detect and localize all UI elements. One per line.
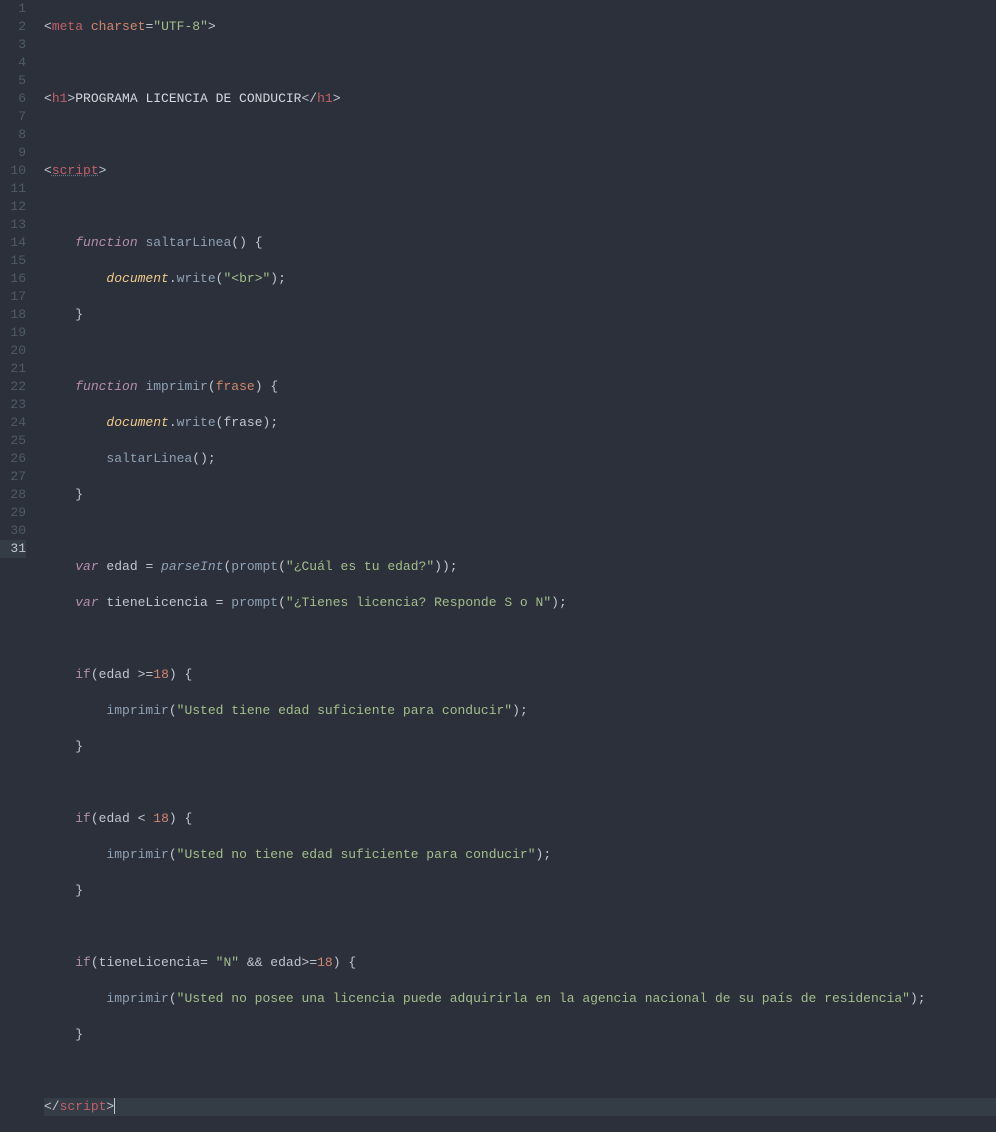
- code-line[interactable]: [44, 522, 996, 540]
- line-number: 27: [0, 468, 26, 486]
- line-number: 12: [0, 198, 26, 216]
- line-number: 24: [0, 414, 26, 432]
- line-number: 17: [0, 288, 26, 306]
- line-number: 21: [0, 360, 26, 378]
- code-line[interactable]: [44, 1062, 996, 1080]
- code-line[interactable]: [44, 342, 996, 360]
- line-number: 20: [0, 342, 26, 360]
- line-number: 22: [0, 378, 26, 396]
- text-cursor: [114, 1098, 115, 1114]
- code-line[interactable]: }: [44, 486, 996, 504]
- code-line[interactable]: <script>: [44, 162, 996, 180]
- code-line[interactable]: [44, 774, 996, 792]
- code-line[interactable]: }: [44, 1026, 996, 1044]
- line-number: 3: [0, 36, 26, 54]
- line-number: 11: [0, 180, 26, 198]
- code-line[interactable]: imprimir("Usted no posee una licencia pu…: [44, 990, 996, 1008]
- code-line[interactable]: </script>: [44, 1098, 996, 1116]
- line-number: 14: [0, 234, 26, 252]
- code-line[interactable]: document.write(frase);: [44, 414, 996, 432]
- line-number: 31: [0, 540, 26, 558]
- line-number: 23: [0, 396, 26, 414]
- code-line[interactable]: if(tieneLicencia= "N" && edad>=18) {: [44, 954, 996, 972]
- line-number: 4: [0, 54, 26, 72]
- code-line[interactable]: }: [44, 306, 996, 324]
- line-number: 6: [0, 90, 26, 108]
- code-line[interactable]: [44, 54, 996, 72]
- code-line[interactable]: }: [44, 738, 996, 756]
- code-line[interactable]: function saltarLinea() {: [44, 234, 996, 252]
- line-number: 19: [0, 324, 26, 342]
- line-number: 8: [0, 126, 26, 144]
- code-line[interactable]: <meta charset="UTF-8">: [44, 18, 996, 36]
- line-number: 7: [0, 108, 26, 126]
- line-number: 10: [0, 162, 26, 180]
- line-number: 9: [0, 144, 26, 162]
- line-number: 29: [0, 504, 26, 522]
- line-number: 1: [0, 0, 26, 18]
- line-number: 16: [0, 270, 26, 288]
- code-line[interactable]: imprimir("Usted tiene edad suficiente pa…: [44, 702, 996, 720]
- code-line[interactable]: <h1>PROGRAMA LICENCIA DE CONDUCIR</h1>: [44, 90, 996, 108]
- code-line[interactable]: function imprimir(frase) {: [44, 378, 996, 396]
- code-line[interactable]: [44, 198, 996, 216]
- code-line[interactable]: document.write("<br>");: [44, 270, 996, 288]
- line-number: 25: [0, 432, 26, 450]
- line-number: 13: [0, 216, 26, 234]
- code-editor-area[interactable]: <meta charset="UTF-8"> <h1>PROGRAMA LICE…: [36, 0, 996, 566]
- code-line[interactable]: [44, 126, 996, 144]
- code-line[interactable]: if(edad >=18) {: [44, 666, 996, 684]
- code-line[interactable]: if(edad < 18) {: [44, 810, 996, 828]
- line-number: 5: [0, 72, 26, 90]
- code-line[interactable]: [44, 918, 996, 936]
- line-number-gutter: 1 2 3 4 5 6 7 8 9 10 11 12 13 14 15 16 1…: [0, 0, 36, 566]
- code-line[interactable]: [44, 630, 996, 648]
- line-number: 15: [0, 252, 26, 270]
- line-number: 18: [0, 306, 26, 324]
- code-line[interactable]: var tieneLicencia = prompt("¿Tienes lice…: [44, 594, 996, 612]
- code-line[interactable]: var edad = parseInt(prompt("¿Cuál es tu …: [44, 558, 996, 576]
- line-number: 2: [0, 18, 26, 36]
- code-line[interactable]: }: [44, 882, 996, 900]
- code-line[interactable]: imprimir("Usted no tiene edad suficiente…: [44, 846, 996, 864]
- line-number: 28: [0, 486, 26, 504]
- line-number: 26: [0, 450, 26, 468]
- code-line[interactable]: saltarLinea();: [44, 450, 996, 468]
- line-number: 30: [0, 522, 26, 540]
